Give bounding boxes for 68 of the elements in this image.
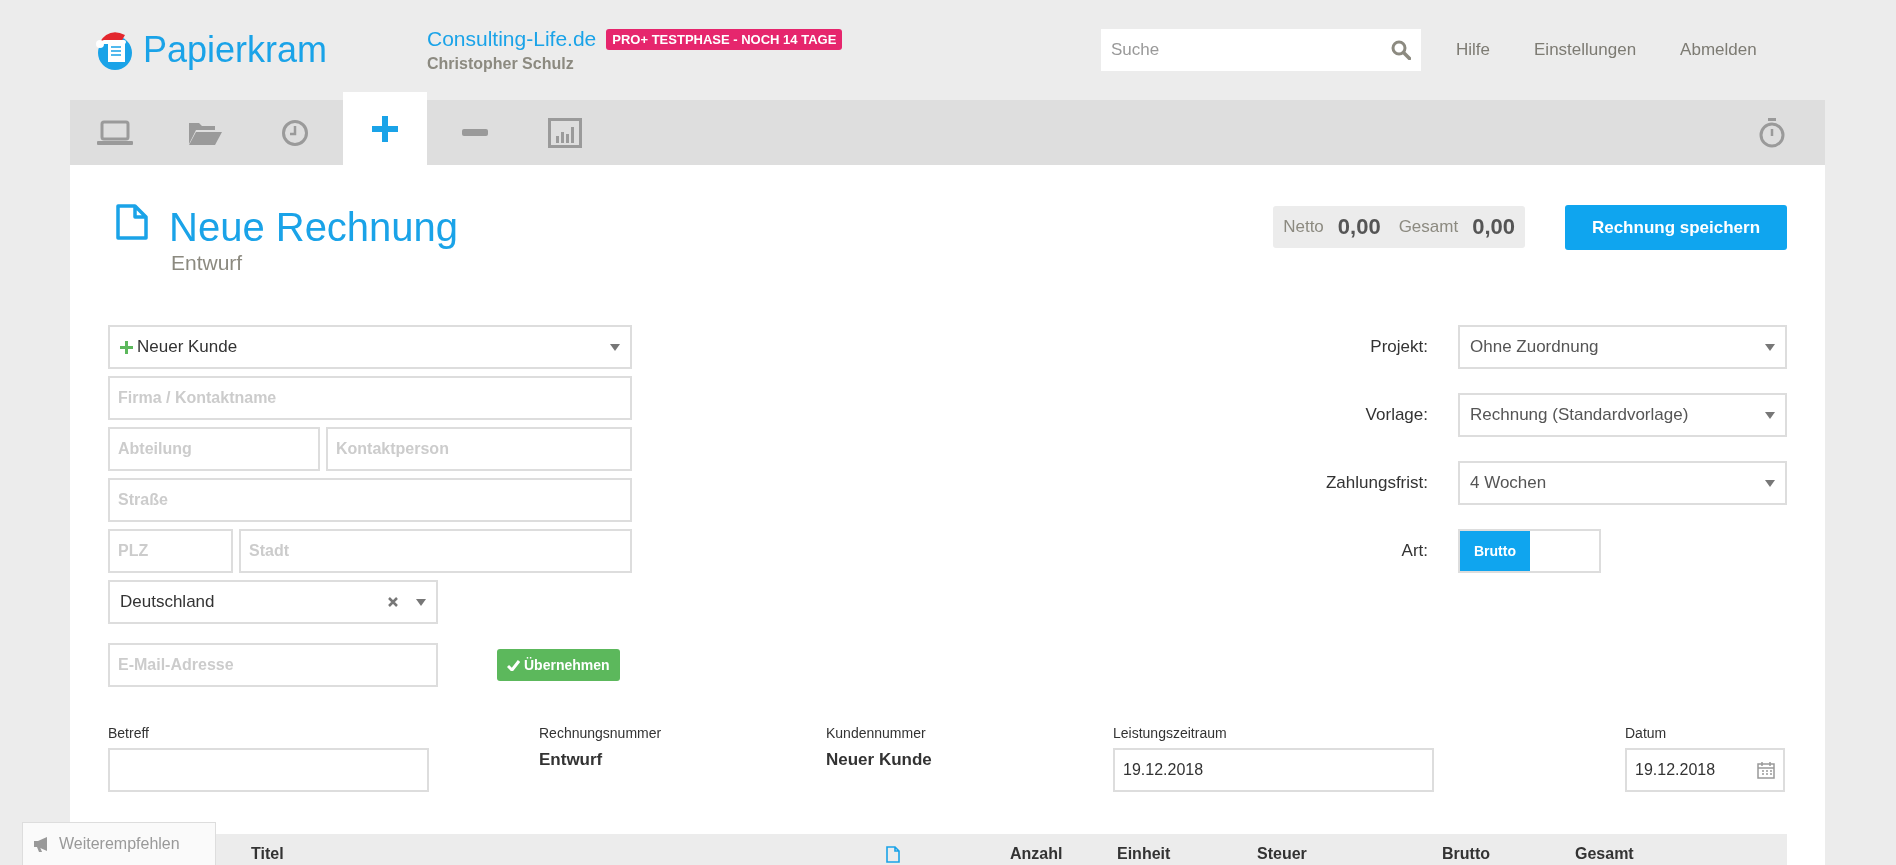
company-link[interactable]: Consulting-Life.de xyxy=(427,27,597,51)
stopwatch-icon[interactable] xyxy=(1759,117,1785,148)
dropdown[interactable]: Ohne Zuordnung xyxy=(1458,325,1787,369)
field-label: Vorlage: xyxy=(1364,405,1428,425)
document-icon xyxy=(886,845,900,863)
column-header: Brutto xyxy=(1442,845,1491,863)
caret-icon xyxy=(1765,479,1775,487)
caret-icon xyxy=(416,598,426,606)
totals-label: Netto xyxy=(1283,217,1324,237)
column-header: Gesamt xyxy=(1575,845,1635,863)
clear-icon[interactable] xyxy=(388,597,398,607)
field-label: Zahlungsfrist: xyxy=(1325,473,1428,493)
header-link[interactable]: Hilfe xyxy=(1456,40,1490,60)
select-value: Ohne Zuordnung xyxy=(1470,337,1600,357)
save-button[interactable]: Rechnung speichern xyxy=(1565,205,1787,250)
date-field[interactable]: 19.12.2018 xyxy=(1625,748,1785,792)
minus-icon[interactable] xyxy=(462,128,488,137)
field-value: Entwurf xyxy=(539,750,604,770)
column-header: Steuer xyxy=(1257,845,1308,863)
dropdown[interactable]: 4 Wochen xyxy=(1458,461,1787,505)
header-link[interactable]: Abmelden xyxy=(1680,40,1757,60)
country-select[interactable]: Deutschland xyxy=(108,580,438,624)
column-header: Anzahl xyxy=(1010,845,1064,863)
page-title: Neue Rechnung xyxy=(169,204,459,251)
field-label: Betreff xyxy=(108,725,150,741)
field-label: Projekt: xyxy=(1369,337,1428,357)
check-icon xyxy=(507,659,520,671)
dropdown[interactable]: Rechnung (Standardvorlage) xyxy=(1458,393,1787,437)
field-label: Leistungszeitraum xyxy=(1113,725,1228,741)
field-value: 19.12.2018 xyxy=(1635,761,1716,779)
customer-select[interactable]: Neuer Kunde xyxy=(108,325,632,369)
field-label: Datum xyxy=(1625,725,1668,741)
nav-tab[interactable] xyxy=(343,92,427,165)
calendar-icon[interactable] xyxy=(1757,761,1775,779)
header-link[interactable]: Einstellungen xyxy=(1534,40,1637,60)
field-label: Rechnungsnummer xyxy=(539,725,663,741)
select-value: 4 Wochen xyxy=(1470,473,1548,493)
search-field[interactable]: Suche xyxy=(1101,29,1421,71)
field-label: Kundennummer xyxy=(826,725,927,741)
input-field[interactable] xyxy=(108,748,429,792)
column-header: Einheit xyxy=(1117,845,1172,863)
totals-value: 0,00 xyxy=(1472,214,1515,240)
caret-icon xyxy=(610,343,620,351)
select-value: Rechnung (Standardvorlage) xyxy=(1470,405,1690,425)
caret-icon xyxy=(1765,343,1775,351)
field-label: Art: xyxy=(1400,541,1428,561)
document-status: Entwurf xyxy=(171,251,244,275)
input-field[interactable]: 19.12.2018 xyxy=(1113,748,1434,792)
toggle-switch[interactable]: Brutto xyxy=(1458,529,1601,573)
trial-badge: PRO+ TESTPHASE - NOCH 14 TAGE xyxy=(606,28,843,50)
search-icon[interactable] xyxy=(1391,40,1411,60)
clock-icon[interactable] xyxy=(281,118,309,147)
apply-button[interactable]: Übernehmen xyxy=(497,649,620,681)
column-header: Titel xyxy=(251,845,285,863)
logo-text: Papierkram xyxy=(143,29,328,71)
totals-label: Gesamt xyxy=(1398,217,1459,237)
select-value: Neuer Kunde xyxy=(137,337,239,357)
document-icon xyxy=(115,203,149,241)
totals-value: 0,00 xyxy=(1337,214,1381,240)
plus-icon[interactable] xyxy=(372,115,398,142)
bar-chart-icon[interactable] xyxy=(548,117,582,148)
user-name: Christopher Schulz xyxy=(427,55,575,73)
field-value: Neuer Kunde xyxy=(826,750,933,770)
plus-icon xyxy=(120,340,133,354)
laptop-icon[interactable] xyxy=(97,119,133,146)
select-value: Deutschland xyxy=(120,592,216,612)
recommend-button[interactable]: Weiterempfehlen xyxy=(22,822,216,865)
caret-icon xyxy=(1765,411,1775,419)
